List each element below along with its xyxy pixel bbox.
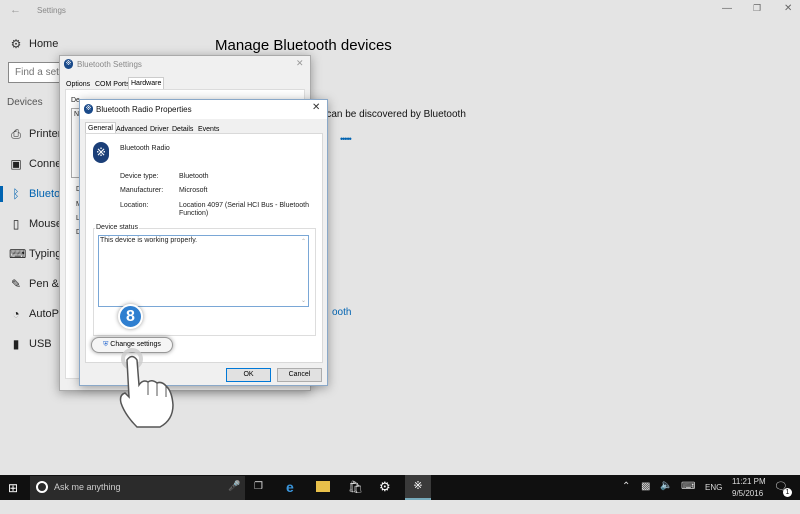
sidebar-item-pen-w[interactable]: ✎ Pen & W: [0, 276, 72, 292]
keyboard-icon: ⌨: [9, 247, 27, 261]
sidebar-item-label: USB: [29, 338, 52, 350]
dialog-title: Bluetooth Radio Properties: [96, 105, 192, 114]
sidebar-item-printers[interactable]: ⎙ Printers: [0, 126, 67, 142]
sidebar-item-label: Typing: [29, 248, 62, 260]
progress-dots: •••••: [340, 134, 352, 144]
bluetooth-icon: ᛒ: [12, 187, 20, 201]
bluetooth-icon: ※: [64, 59, 73, 69]
keyboard-icon[interactable]: ⌨: [681, 481, 695, 506]
section-devices: Devices: [7, 97, 43, 108]
bluetooth-taskbar-icon[interactable]: ※: [405, 475, 431, 500]
language-indicator[interactable]: ENG: [705, 483, 722, 508]
scroll-up-icon[interactable]: ⌃: [301, 238, 306, 245]
field-value: Function): [179, 210, 209, 217]
maximize-button[interactable]: ❐: [753, 3, 761, 14]
back-button[interactable]: ←: [10, 4, 21, 16]
chevron-up-icon[interactable]: ⌃: [622, 481, 630, 506]
window-title: Settings: [37, 6, 66, 15]
sidebar-item-blueto[interactable]: ᛒ Blueto: [0, 186, 60, 202]
clock-date[interactable]: 9/5/2016: [732, 489, 763, 514]
notification-count: 1: [783, 488, 792, 497]
start-button[interactable]: ⊞: [8, 481, 18, 506]
device-name: Bluetooth Radio: [120, 145, 170, 152]
home-label: Home: [29, 38, 59, 50]
devices-icon: ▣: [10, 157, 22, 171]
mouse-icon: ▯: [12, 217, 20, 231]
step-badge: 8: [118, 304, 143, 329]
printer-icon: ⎙: [11, 127, 21, 141]
sidebar-item-label: Mouse: [29, 218, 63, 230]
usb-icon: ▮: [12, 337, 20, 351]
radio-properties-dialog: ※ Bluetooth Radio Properties ✕ General A…: [79, 99, 328, 386]
sidebar-item-autopla[interactable]: ◔ AutoPla: [0, 306, 67, 322]
autoplay-icon: ◔: [12, 307, 20, 321]
sidebar-item-typing[interactable]: ⌨ Typing: [0, 246, 62, 262]
cancel-button[interactable]: Cancel: [277, 368, 322, 382]
field-value: Bluetooth: [179, 173, 209, 180]
field-label: Manufacturer:: [120, 187, 164, 194]
close-icon[interactable]: ✕: [296, 58, 304, 69]
microphone-icon[interactable]: 🎤: [228, 481, 240, 492]
gear-icon: ⚙: [10, 37, 22, 51]
status-text: This device is working properly.: [100, 237, 198, 244]
field-value: Microsoft: [179, 187, 208, 194]
taskbar-search[interactable]: Ask me anything 🎤: [30, 476, 245, 500]
pen-icon: ✎: [10, 277, 22, 291]
active-indicator: [0, 186, 3, 202]
minimize-button[interactable]: —: [722, 3, 732, 14]
field-value: Location 4097 (Serial HCI Bus - Bluetoot…: [179, 202, 309, 209]
task-view-icon[interactable]: ❐: [254, 481, 263, 506]
field-label: Location:: [120, 202, 149, 209]
tab-hardware[interactable]: Hardware: [128, 77, 165, 89]
cortana-icon: [36, 481, 48, 493]
sidebar-item-usb[interactable]: ▮ USB: [0, 336, 60, 352]
settings-icon[interactable]: ⚙: [379, 479, 391, 504]
page-title: Manage Bluetooth devices: [215, 37, 392, 54]
pointing-hand-icon: [119, 348, 174, 428]
edge-icon[interactable]: e: [286, 479, 294, 504]
bluetooth-link[interactable]: ooth: [332, 307, 351, 318]
shield-icon: ⛨: [103, 341, 109, 348]
file-explorer-icon[interactable]: [316, 481, 330, 492]
sidebar-item-label: Blueto: [29, 188, 61, 200]
volume-icon[interactable]: 🔈: [660, 480, 672, 505]
close-button[interactable]: ✕: [312, 102, 320, 113]
device-status-textarea[interactable]: This device is working properly. ⌃ ⌄: [98, 235, 309, 307]
sidebar-home[interactable]: ⚙ Home: [0, 36, 60, 52]
dialog-title: Bluetooth Settings: [77, 60, 142, 69]
bluetooth-icon: ※: [93, 142, 109, 163]
search-placeholder: Ask me anything: [54, 482, 121, 492]
sidebar-item-connec[interactable]: ▣ Connec: [0, 156, 67, 172]
store-icon[interactable]: 🛍: [348, 480, 363, 505]
field-label: Device type:: [120, 173, 159, 180]
device-status-label: Device status: [95, 224, 140, 231]
discover-text: d can be discovered by Bluetooth: [318, 109, 466, 120]
ok-button[interactable]: OK: [226, 368, 271, 382]
network-icon[interactable]: ▩: [641, 481, 650, 506]
bluetooth-icon: ※: [84, 104, 93, 114]
close-button[interactable]: ✕: [784, 3, 792, 14]
scroll-down-icon[interactable]: ⌄: [301, 297, 306, 304]
sidebar-item-mouse[interactable]: ▯ Mouse: [0, 216, 63, 232]
